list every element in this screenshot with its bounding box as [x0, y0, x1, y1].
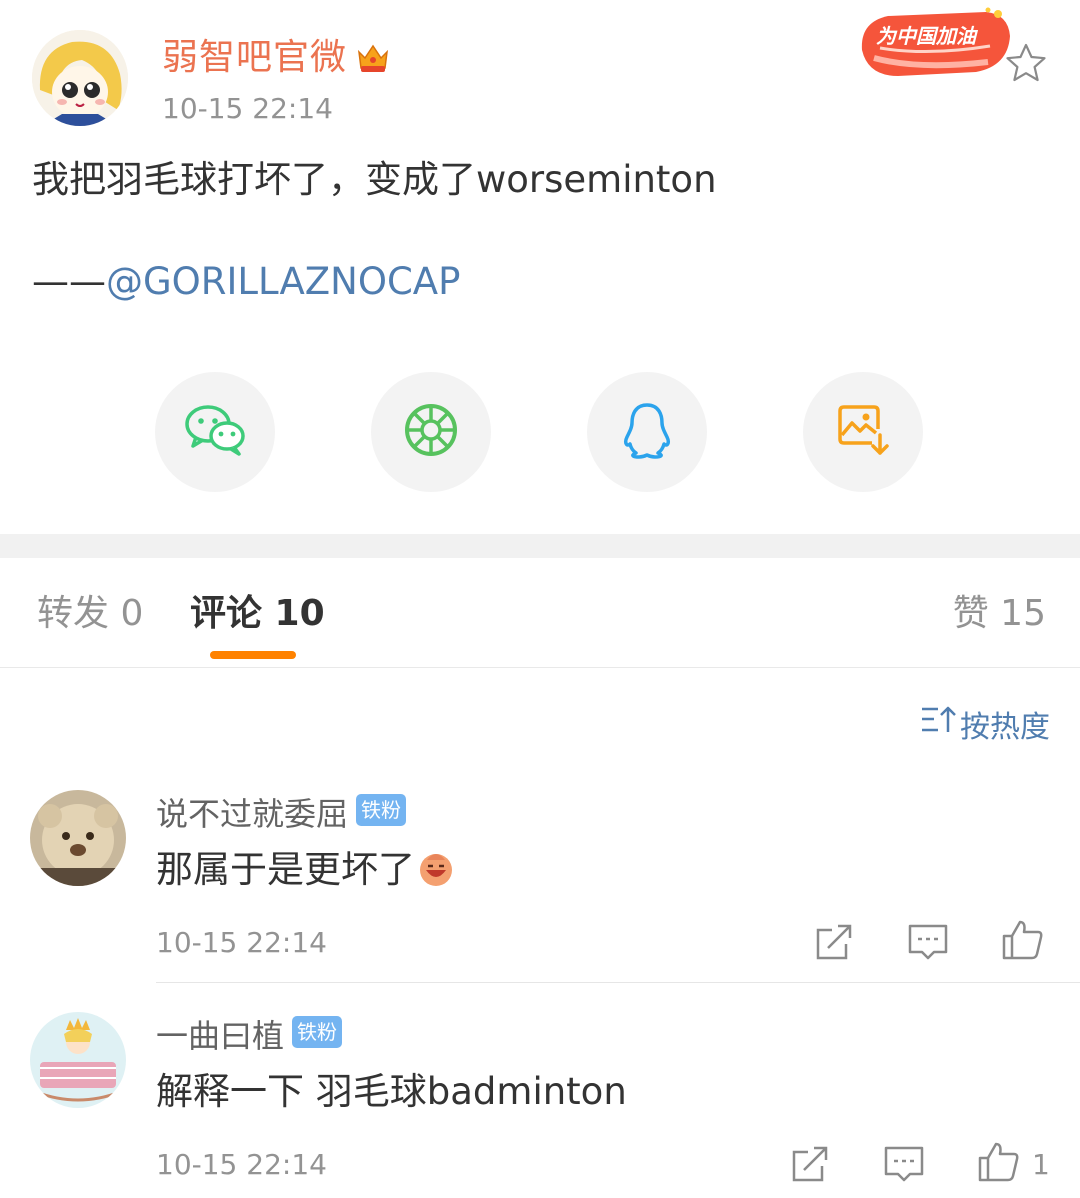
qq-icon [621, 401, 673, 463]
tab-likes[interactable]: 赞 15 [953, 592, 1046, 636]
comment-divider [156, 982, 1080, 983]
tab-repost[interactable]: 转发 0 [37, 592, 143, 636]
share-moments-button[interactable] [371, 372, 491, 492]
comment-text: 解释一下 羽毛球badminton [156, 1070, 627, 1113]
save-image-button[interactable] [803, 372, 923, 492]
like-count: 1 [1032, 1148, 1050, 1181]
wechat-icon [184, 404, 246, 460]
favorite-star-icon[interactable] [1004, 42, 1048, 84]
mention-link[interactable]: @GORILLAZNOCAP [106, 260, 460, 303]
commenter-name[interactable]: 说不过就委屈 [156, 794, 348, 834]
comment-time: 10-15 22:14 [156, 1148, 327, 1181]
commenter-name[interactable]: 一曲曰植 [156, 1016, 284, 1056]
comment-text: 那属于是更坏了 [156, 846, 455, 894]
post-time: 10-15 22:14 [162, 92, 333, 125]
sort-by-hot-button[interactable]: 按热度 [920, 702, 1050, 746]
comment-text-content: 那属于是更坏了 [156, 848, 415, 891]
laughing-emoji-icon [417, 850, 455, 888]
cheer-china-badge: 为中国加油 [858, 6, 1018, 80]
share-qq-button[interactable] [587, 372, 707, 492]
sort-icon [920, 704, 960, 744]
reply-comment-icon[interactable] [906, 920, 950, 964]
fan-badge: 铁粉 [292, 1016, 342, 1048]
sort-label: 按热度 [960, 710, 1050, 745]
share-row [0, 372, 1080, 494]
badge-text: 为中国加油 [876, 24, 976, 48]
share-comment-icon[interactable] [812, 920, 856, 964]
section-divider [0, 534, 1080, 558]
active-tab-indicator [210, 651, 296, 659]
post-credit: ——@GORILLAZNOCAP [32, 258, 460, 306]
share-wechat-button[interactable] [155, 372, 275, 492]
commenter-avatar[interactable] [30, 790, 126, 886]
commenter-avatar[interactable] [30, 1012, 126, 1108]
save-image-icon [836, 403, 890, 461]
author-name[interactable]: 弱智吧官微 [162, 36, 347, 80]
moments-icon [403, 402, 459, 462]
tab-bar: 转发 0 评论 10 赞 15 [0, 558, 1080, 668]
like-comment-icon[interactable] [1000, 918, 1044, 962]
vip-crown-icon [355, 40, 391, 76]
post-text: 我把羽毛球打坏了，变成了worseminton [32, 158, 717, 201]
like-comment-icon[interactable] [976, 1140, 1020, 1184]
share-comment-icon[interactable] [788, 1142, 832, 1186]
post-header: 弱智吧官微 10-15 22:14 为中国加油 [0, 0, 1080, 130]
credit-prefix: —— [32, 260, 106, 303]
reply-comment-icon[interactable] [882, 1142, 926, 1186]
author-avatar[interactable] [32, 30, 128, 126]
comment-time: 10-15 22:14 [156, 926, 327, 959]
fan-badge: 铁粉 [356, 794, 406, 826]
tab-comments[interactable]: 评论 10 [190, 592, 325, 636]
